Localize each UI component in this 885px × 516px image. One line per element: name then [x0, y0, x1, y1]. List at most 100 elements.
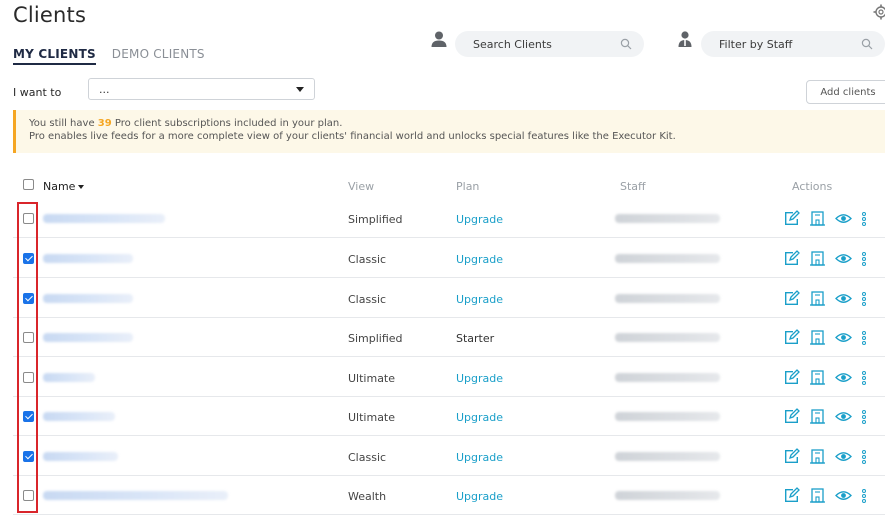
row-actions [783, 210, 867, 227]
client-plan: Starter [456, 332, 495, 345]
more-vertical-icon[interactable] [861, 409, 867, 425]
building-icon[interactable] [809, 448, 826, 465]
i-want-to-label: I want to [13, 86, 62, 99]
notice-line-2: Pro enables live feeds for a more comple… [29, 131, 676, 142]
more-vertical-icon[interactable] [861, 330, 867, 346]
person-icon [431, 31, 447, 47]
table-row[interactable]: Classic Upgrade [13, 279, 885, 318]
row-actions [783, 448, 867, 465]
eye-icon[interactable] [835, 210, 852, 227]
building-icon[interactable] [809, 487, 826, 504]
column-header-name[interactable]: Name [43, 180, 85, 193]
upgrade-plan-link[interactable]: Upgrade [456, 372, 503, 385]
upgrade-plan-link[interactable]: Upgrade [456, 213, 503, 226]
page-title: Clients [13, 3, 87, 27]
eye-icon[interactable] [835, 408, 852, 425]
upgrade-plan-link[interactable]: Upgrade [456, 490, 503, 503]
more-vertical-icon[interactable] [861, 251, 867, 267]
more-vertical-icon[interactable] [861, 211, 867, 227]
client-staff-redacted [615, 254, 720, 263]
column-header-plan: Plan [456, 180, 480, 193]
table-row[interactable]: Wealth Upgrade [13, 476, 885, 515]
eye-icon[interactable] [835, 448, 852, 465]
add-clients-button[interactable]: Add clients [806, 80, 885, 104]
tab-my-clients[interactable]: MY CLIENTS [13, 47, 96, 65]
eye-icon[interactable] [835, 329, 852, 346]
edit-icon[interactable] [783, 250, 800, 267]
more-vertical-icon[interactable] [861, 370, 867, 386]
building-icon[interactable] [809, 408, 826, 425]
search-clients-input[interactable]: Search Clients [455, 31, 644, 57]
column-header-name-label: Name [43, 180, 76, 193]
search-clients-placeholder: Search Clients [473, 37, 552, 51]
row-actions [783, 290, 867, 307]
select-all-checkbox[interactable] [23, 179, 34, 190]
client-name-link-redacted[interactable] [43, 452, 118, 461]
table-row[interactable]: Simplified Upgrade [13, 199, 885, 238]
edit-icon[interactable] [783, 210, 800, 227]
table-row[interactable]: Classic Upgrade [13, 437, 885, 476]
building-icon[interactable] [809, 250, 826, 267]
filter-by-staff-placeholder: Filter by Staff [719, 37, 793, 51]
client-view: Ultimate [348, 411, 396, 424]
row-actions [783, 408, 867, 425]
column-header-actions: Actions [792, 180, 833, 193]
client-view: Simplified [348, 213, 403, 226]
settings-gear-icon[interactable] [873, 4, 885, 20]
table-row[interactable]: Ultimate Upgrade [13, 358, 885, 397]
checkbox-column-highlight [17, 202, 38, 513]
client-view: Wealth [348, 490, 387, 503]
row-actions [783, 250, 867, 267]
tab-demo-clients[interactable]: DEMO CLIENTS [112, 47, 205, 65]
table-row[interactable]: Simplified Starter [13, 318, 885, 357]
filter-by-staff-input[interactable]: Filter by Staff [701, 31, 885, 57]
bulk-action-value: ... [99, 82, 110, 96]
client-view: Classic [348, 253, 387, 266]
upgrade-plan-link[interactable]: Upgrade [456, 411, 503, 424]
edit-icon[interactable] [783, 290, 800, 307]
client-staff-redacted [615, 373, 720, 382]
more-vertical-icon[interactable] [861, 488, 867, 504]
upgrade-plan-link[interactable]: Upgrade [456, 451, 503, 464]
more-vertical-icon[interactable] [861, 291, 867, 307]
edit-icon[interactable] [783, 408, 800, 425]
building-icon[interactable] [809, 210, 826, 227]
upgrade-plan-link[interactable]: Upgrade [456, 253, 503, 266]
sort-down-icon [78, 185, 85, 189]
notice-suffix: Pro client subscriptions included in you… [111, 118, 343, 129]
edit-icon[interactable] [783, 329, 800, 346]
client-staff-redacted [615, 491, 720, 500]
search-icon [620, 38, 632, 50]
client-name-link-redacted[interactable] [43, 254, 133, 263]
notice-count: 39 [97, 118, 112, 129]
edit-icon[interactable] [783, 369, 800, 386]
client-name-link-redacted[interactable] [43, 373, 95, 382]
eye-icon[interactable] [835, 250, 852, 267]
row-actions [783, 369, 867, 386]
table-row[interactable]: Ultimate Upgrade [13, 397, 885, 436]
table-row[interactable]: Classic Upgrade [13, 239, 885, 278]
row-actions [783, 329, 867, 346]
building-icon[interactable] [809, 290, 826, 307]
client-name-link-redacted[interactable] [43, 491, 228, 500]
edit-icon[interactable] [783, 487, 800, 504]
building-icon[interactable] [809, 329, 826, 346]
bulk-action-select[interactable]: ... [88, 78, 315, 100]
client-staff-redacted [615, 214, 720, 223]
eye-icon[interactable] [835, 290, 852, 307]
table-header: Name View Plan Staff Actions [0, 175, 885, 197]
client-name-link-redacted[interactable] [43, 214, 165, 223]
eye-icon[interactable] [835, 369, 852, 386]
edit-icon[interactable] [783, 448, 800, 465]
client-name-link-redacted[interactable] [43, 294, 133, 303]
client-view: Ultimate [348, 372, 396, 385]
row-actions [783, 487, 867, 504]
eye-icon[interactable] [835, 487, 852, 504]
upgrade-plan-link[interactable]: Upgrade [456, 293, 503, 306]
search-icon [861, 38, 873, 50]
chevron-down-icon [296, 86, 304, 92]
client-name-link-redacted[interactable] [43, 333, 133, 342]
client-name-link-redacted[interactable] [43, 412, 115, 421]
building-icon[interactable] [809, 369, 826, 386]
more-vertical-icon[interactable] [861, 449, 867, 465]
